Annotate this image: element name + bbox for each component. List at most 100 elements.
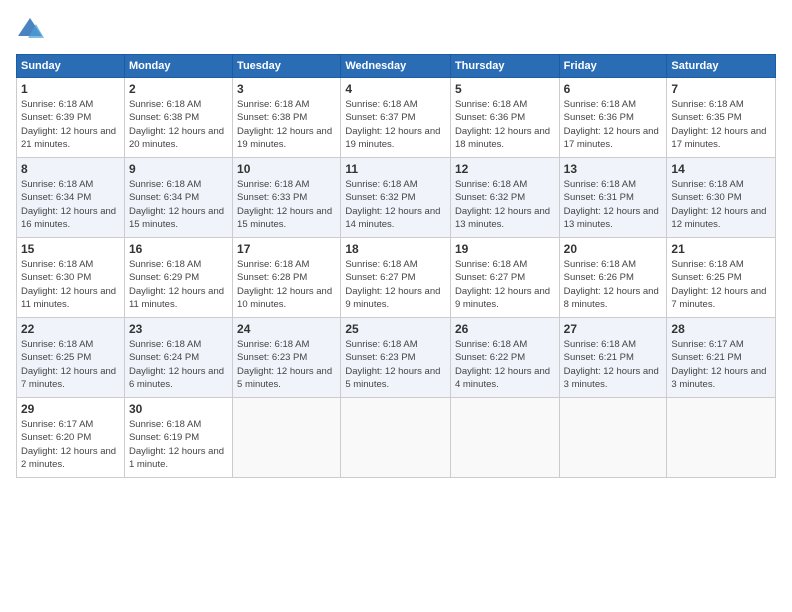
calendar-cell: 6 Sunrise: 6:18 AM Sunset: 6:36 PM Dayli… (559, 78, 667, 158)
header-thursday: Thursday (450, 55, 559, 78)
calendar-table: SundayMondayTuesdayWednesdayThursdayFrid… (16, 54, 776, 478)
day-info: Sunrise: 6:18 AM Sunset: 6:29 PM Dayligh… (129, 258, 228, 311)
day-info: Sunrise: 6:18 AM Sunset: 6:25 PM Dayligh… (671, 258, 771, 311)
day-number: 12 (455, 162, 555, 176)
calendar-cell: 5 Sunrise: 6:18 AM Sunset: 6:36 PM Dayli… (450, 78, 559, 158)
day-info: Sunrise: 6:18 AM Sunset: 6:33 PM Dayligh… (237, 178, 336, 231)
day-number: 8 (21, 162, 120, 176)
calendar-cell (450, 398, 559, 478)
day-number: 2 (129, 82, 228, 96)
day-info: Sunrise: 6:18 AM Sunset: 6:32 PM Dayligh… (345, 178, 446, 231)
calendar-cell: 17 Sunrise: 6:18 AM Sunset: 6:28 PM Dayl… (233, 238, 341, 318)
day-info: Sunrise: 6:18 AM Sunset: 6:31 PM Dayligh… (564, 178, 663, 231)
day-number: 26 (455, 322, 555, 336)
calendar-cell (341, 398, 451, 478)
header-sunday: Sunday (17, 55, 125, 78)
calendar-cell: 16 Sunrise: 6:18 AM Sunset: 6:29 PM Dayl… (124, 238, 232, 318)
calendar-cell: 26 Sunrise: 6:18 AM Sunset: 6:22 PM Dayl… (450, 318, 559, 398)
header-wednesday: Wednesday (341, 55, 451, 78)
day-number: 10 (237, 162, 336, 176)
calendar-cell: 12 Sunrise: 6:18 AM Sunset: 6:32 PM Dayl… (450, 158, 559, 238)
day-number: 27 (564, 322, 663, 336)
calendar-cell (667, 398, 776, 478)
logo-icon (16, 16, 44, 44)
day-number: 15 (21, 242, 120, 256)
day-info: Sunrise: 6:18 AM Sunset: 6:36 PM Dayligh… (564, 98, 663, 151)
day-info: Sunrise: 6:18 AM Sunset: 6:24 PM Dayligh… (129, 338, 228, 391)
header-monday: Monday (124, 55, 232, 78)
calendar-cell: 28 Sunrise: 6:17 AM Sunset: 6:21 PM Dayl… (667, 318, 776, 398)
day-number: 20 (564, 242, 663, 256)
calendar-week-row: 8 Sunrise: 6:18 AM Sunset: 6:34 PM Dayli… (17, 158, 776, 238)
logo (16, 16, 48, 44)
day-info: Sunrise: 6:18 AM Sunset: 6:26 PM Dayligh… (564, 258, 663, 311)
day-number: 7 (671, 82, 771, 96)
day-number: 6 (564, 82, 663, 96)
day-info: Sunrise: 6:18 AM Sunset: 6:38 PM Dayligh… (237, 98, 336, 151)
day-info: Sunrise: 6:18 AM Sunset: 6:25 PM Dayligh… (21, 338, 120, 391)
calendar-cell: 30 Sunrise: 6:18 AM Sunset: 6:19 PM Dayl… (124, 398, 232, 478)
calendar-cell: 29 Sunrise: 6:17 AM Sunset: 6:20 PM Dayl… (17, 398, 125, 478)
calendar-cell: 27 Sunrise: 6:18 AM Sunset: 6:21 PM Dayl… (559, 318, 667, 398)
day-info: Sunrise: 6:18 AM Sunset: 6:30 PM Dayligh… (671, 178, 771, 231)
calendar-cell: 1 Sunrise: 6:18 AM Sunset: 6:39 PM Dayli… (17, 78, 125, 158)
calendar-cell: 25 Sunrise: 6:18 AM Sunset: 6:23 PM Dayl… (341, 318, 451, 398)
calendar-week-row: 29 Sunrise: 6:17 AM Sunset: 6:20 PM Dayl… (17, 398, 776, 478)
day-info: Sunrise: 6:17 AM Sunset: 6:21 PM Dayligh… (671, 338, 771, 391)
day-number: 21 (671, 242, 771, 256)
day-number: 18 (345, 242, 446, 256)
day-number: 5 (455, 82, 555, 96)
day-number: 23 (129, 322, 228, 336)
day-info: Sunrise: 6:18 AM Sunset: 6:36 PM Dayligh… (455, 98, 555, 151)
header-friday: Friday (559, 55, 667, 78)
calendar-header-row: SundayMondayTuesdayWednesdayThursdayFrid… (17, 55, 776, 78)
day-number: 24 (237, 322, 336, 336)
day-number: 13 (564, 162, 663, 176)
calendar-cell: 18 Sunrise: 6:18 AM Sunset: 6:27 PM Dayl… (341, 238, 451, 318)
day-info: Sunrise: 6:18 AM Sunset: 6:35 PM Dayligh… (671, 98, 771, 151)
day-number: 28 (671, 322, 771, 336)
calendar-cell: 11 Sunrise: 6:18 AM Sunset: 6:32 PM Dayl… (341, 158, 451, 238)
calendar-cell: 4 Sunrise: 6:18 AM Sunset: 6:37 PM Dayli… (341, 78, 451, 158)
day-info: Sunrise: 6:18 AM Sunset: 6:27 PM Dayligh… (455, 258, 555, 311)
day-number: 29 (21, 402, 120, 416)
calendar-cell: 21 Sunrise: 6:18 AM Sunset: 6:25 PM Dayl… (667, 238, 776, 318)
calendar-cell: 19 Sunrise: 6:18 AM Sunset: 6:27 PM Dayl… (450, 238, 559, 318)
day-info: Sunrise: 6:18 AM Sunset: 6:37 PM Dayligh… (345, 98, 446, 151)
calendar-week-row: 1 Sunrise: 6:18 AM Sunset: 6:39 PM Dayli… (17, 78, 776, 158)
calendar-cell: 15 Sunrise: 6:18 AM Sunset: 6:30 PM Dayl… (17, 238, 125, 318)
day-info: Sunrise: 6:18 AM Sunset: 6:21 PM Dayligh… (564, 338, 663, 391)
day-info: Sunrise: 6:18 AM Sunset: 6:34 PM Dayligh… (21, 178, 120, 231)
calendar-cell: 9 Sunrise: 6:18 AM Sunset: 6:34 PM Dayli… (124, 158, 232, 238)
day-number: 9 (129, 162, 228, 176)
day-number: 30 (129, 402, 228, 416)
day-info: Sunrise: 6:18 AM Sunset: 6:22 PM Dayligh… (455, 338, 555, 391)
day-info: Sunrise: 6:18 AM Sunset: 6:19 PM Dayligh… (129, 418, 228, 471)
calendar-cell: 3 Sunrise: 6:18 AM Sunset: 6:38 PM Dayli… (233, 78, 341, 158)
header-tuesday: Tuesday (233, 55, 341, 78)
day-info: Sunrise: 6:18 AM Sunset: 6:38 PM Dayligh… (129, 98, 228, 151)
day-info: Sunrise: 6:18 AM Sunset: 6:30 PM Dayligh… (21, 258, 120, 311)
day-info: Sunrise: 6:18 AM Sunset: 6:34 PM Dayligh… (129, 178, 228, 231)
day-info: Sunrise: 6:17 AM Sunset: 6:20 PM Dayligh… (21, 418, 120, 471)
calendar-cell: 20 Sunrise: 6:18 AM Sunset: 6:26 PM Dayl… (559, 238, 667, 318)
day-info: Sunrise: 6:18 AM Sunset: 6:28 PM Dayligh… (237, 258, 336, 311)
day-info: Sunrise: 6:18 AM Sunset: 6:39 PM Dayligh… (21, 98, 120, 151)
day-number: 3 (237, 82, 336, 96)
calendar-cell (559, 398, 667, 478)
calendar-week-row: 15 Sunrise: 6:18 AM Sunset: 6:30 PM Dayl… (17, 238, 776, 318)
day-info: Sunrise: 6:18 AM Sunset: 6:27 PM Dayligh… (345, 258, 446, 311)
calendar-cell: 13 Sunrise: 6:18 AM Sunset: 6:31 PM Dayl… (559, 158, 667, 238)
day-number: 17 (237, 242, 336, 256)
day-number: 19 (455, 242, 555, 256)
day-info: Sunrise: 6:18 AM Sunset: 6:23 PM Dayligh… (345, 338, 446, 391)
day-number: 4 (345, 82, 446, 96)
day-info: Sunrise: 6:18 AM Sunset: 6:32 PM Dayligh… (455, 178, 555, 231)
day-number: 25 (345, 322, 446, 336)
calendar-cell: 22 Sunrise: 6:18 AM Sunset: 6:25 PM Dayl… (17, 318, 125, 398)
day-info: Sunrise: 6:18 AM Sunset: 6:23 PM Dayligh… (237, 338, 336, 391)
day-number: 14 (671, 162, 771, 176)
calendar-cell: 2 Sunrise: 6:18 AM Sunset: 6:38 PM Dayli… (124, 78, 232, 158)
day-number: 11 (345, 162, 446, 176)
header-saturday: Saturday (667, 55, 776, 78)
